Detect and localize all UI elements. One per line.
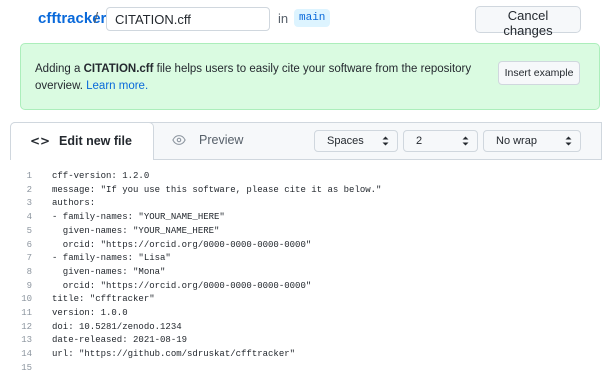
code-line[interactable]: 13 date-released: 2021-08-19 (0, 334, 602, 348)
line-number: 12 (21, 321, 32, 332)
banner-text-before: Adding a (35, 63, 84, 75)
select-arrows-icon (382, 136, 389, 146)
wrap-mode-select[interactable]: No wrap (483, 130, 581, 152)
line-text[interactable]: title: "cfftracker" (52, 293, 155, 307)
line-number: 5 (26, 225, 32, 236)
code-line[interactable]: 9 orcid: "https://orcid.org/0000-0000-00… (0, 280, 602, 294)
line-number: 6 (26, 239, 32, 250)
line-number: 4 (26, 212, 32, 223)
line-text[interactable]: orcid: "https://orcid.org/0000-0000-0000… (52, 280, 311, 294)
citation-banner: Adding a CITATION.cff file helps users t… (20, 43, 600, 110)
line-text[interactable]: given-names: "YOUR_NAME_HERE" (52, 225, 220, 239)
code-line[interactable]: 10 title: "cfftracker" (0, 293, 602, 307)
select-arrows-icon (462, 136, 469, 146)
branch-tag: main (294, 9, 331, 27)
code-line[interactable]: 3 authors: (0, 197, 602, 211)
code-line[interactable]: 11 version: 1.0.0 (0, 307, 602, 321)
indent-mode-value: Spaces (327, 135, 364, 147)
tab-edit-new-file[interactable]: <> Edit new file (10, 122, 154, 161)
banner-text: Adding a CITATION.cff file helps users t… (35, 61, 475, 95)
indent-mode-select[interactable]: Spaces (314, 130, 398, 152)
code-line[interactable]: 15 (0, 362, 602, 376)
code-editor[interactable]: 1 cff-version: 1.2.0 2 message: "If you use… (0, 160, 602, 375)
line-text[interactable]: url: "https://github.com/sdruskat/cfftra… (52, 348, 295, 362)
tab-edit-label: Edit new file (59, 134, 132, 148)
line-text[interactable]: orcid: "https://orcid.org/0000-0000-0000… (52, 239, 311, 253)
wrap-mode-value: No wrap (496, 135, 537, 147)
editor-tab-bar: <> Edit new file Preview Spaces 2 No wra… (10, 122, 602, 161)
insert-example-button[interactable]: Insert example (498, 61, 580, 85)
line-text[interactable]: - family-names: "YOUR_NAME_HERE" (52, 211, 225, 225)
code-line[interactable]: 6 orcid: "https://orcid.org/0000-0000-00… (0, 239, 602, 253)
line-number: 13 (21, 335, 32, 346)
line-number: 15 (21, 362, 32, 373)
top-bar: cfftracker / in main Cancel changes (0, 0, 602, 40)
line-number: 14 (21, 349, 32, 360)
code-line[interactable]: 7 - family-names: "Lisa" (0, 252, 602, 266)
indent-size-select[interactable]: 2 (403, 130, 478, 152)
eye-icon (172, 135, 186, 145)
line-text[interactable]: date-released: 2021-08-19 (52, 334, 187, 348)
code-line[interactable]: 8 given-names: "Mona" (0, 266, 602, 280)
banner-text-bold: CITATION.cff (83, 63, 154, 75)
line-text[interactable]: doi: 10.5281/zenodo.1234 (52, 321, 182, 335)
code-icon: <> (30, 134, 51, 148)
code-line[interactable]: 12 doi: 10.5281/zenodo.1234 (0, 321, 602, 335)
tab-preview-label: Preview (199, 133, 244, 147)
line-number: 8 (26, 266, 32, 277)
line-text[interactable]: message: "If you use this software, plea… (52, 184, 381, 198)
learn-more-link[interactable]: Learn more. (86, 80, 148, 92)
line-number: 3 (26, 198, 32, 209)
line-text[interactable]: authors: (52, 197, 95, 211)
line-text[interactable]: given-names: "Mona" (52, 266, 166, 280)
select-arrows-icon (565, 136, 572, 146)
code-line[interactable]: 14 url: "https://github.com/sdruskat/cfft… (0, 348, 602, 362)
cancel-changes-button[interactable]: Cancel changes (475, 6, 581, 38)
line-text[interactable]: version: 1.0.0 (52, 307, 128, 321)
line-text[interactable]: - family-names: "Lisa" (52, 252, 171, 266)
line-number: 11 (21, 308, 32, 318)
line-number: 7 (26, 253, 32, 264)
in-label: in (278, 11, 289, 26)
line-text[interactable]: cff-version: 1.2.0 (52, 170, 149, 184)
code-line[interactable]: 1 cff-version: 1.2.0 (0, 170, 602, 184)
indent-size-value: 2 (416, 135, 423, 147)
code-line[interactable]: 5 given-names: "YOUR_NAME_HERE" (0, 225, 602, 239)
path-separator: / (94, 10, 99, 27)
tab-preview[interactable]: Preview (166, 123, 276, 159)
code-line[interactable]: 4 - family-names: "YOUR_NAME_HERE" (0, 211, 602, 225)
line-number: 2 (26, 184, 32, 195)
line-number: 10 (21, 294, 32, 305)
code-line[interactable]: 2 message: "If you use this software, ple… (0, 184, 602, 198)
filename-input[interactable] (106, 7, 270, 31)
line-number: 1 (26, 171, 32, 181)
line-number: 9 (26, 280, 32, 291)
